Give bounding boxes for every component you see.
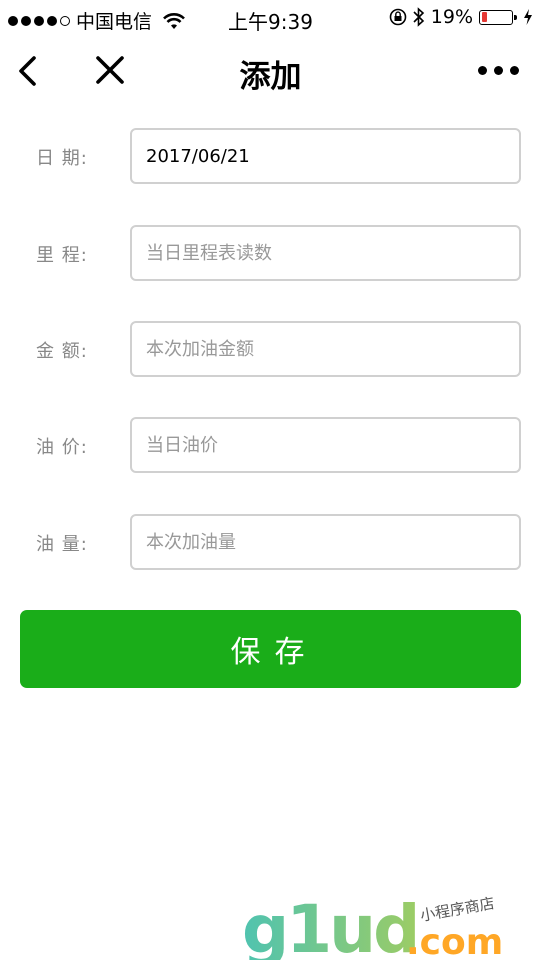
watermark-suffix: .com [406,922,503,960]
mileage-field[interactable] [130,225,521,281]
amount-label: 金 额: [36,341,88,362]
battery-percent: 19% [430,6,473,28]
date-label: 日 期: [36,148,88,169]
charging-icon [524,9,532,25]
mileage-label: 里 程: [36,245,88,266]
form-row-price: 油 价: [0,417,541,473]
orientation-lock-icon [389,8,407,26]
watermark-tagline: 小程序商店 [419,894,496,925]
amount-field[interactable] [130,321,521,377]
status-right: 19% [389,6,533,28]
form-row-amount: 金 额: [0,321,541,377]
watermark-brand: g1ud [242,891,417,960]
date-field[interactable] [130,128,521,184]
volume-label: 油 量: [36,534,88,555]
price-label: 油 价: [36,437,88,458]
save-button[interactable]: 保存 [20,610,521,688]
page-title: 添加 [239,59,302,95]
form-row-volume: 油 量: [0,514,541,570]
form-row-mileage: 里 程: [0,225,541,281]
more-horizontal-icon[interactable] [478,66,519,75]
form-row-date: 日 期: [0,128,541,184]
status-bar: 中国电信 上午9:39 19% [0,0,541,36]
bluetooth-icon [413,7,424,27]
volume-field[interactable] [130,514,521,570]
navigation-bar: 添加 [0,36,541,106]
price-field[interactable] [130,417,521,473]
battery-icon [479,9,517,25]
watermark-logo: g1ud .com 小程序商店 [242,891,503,960]
